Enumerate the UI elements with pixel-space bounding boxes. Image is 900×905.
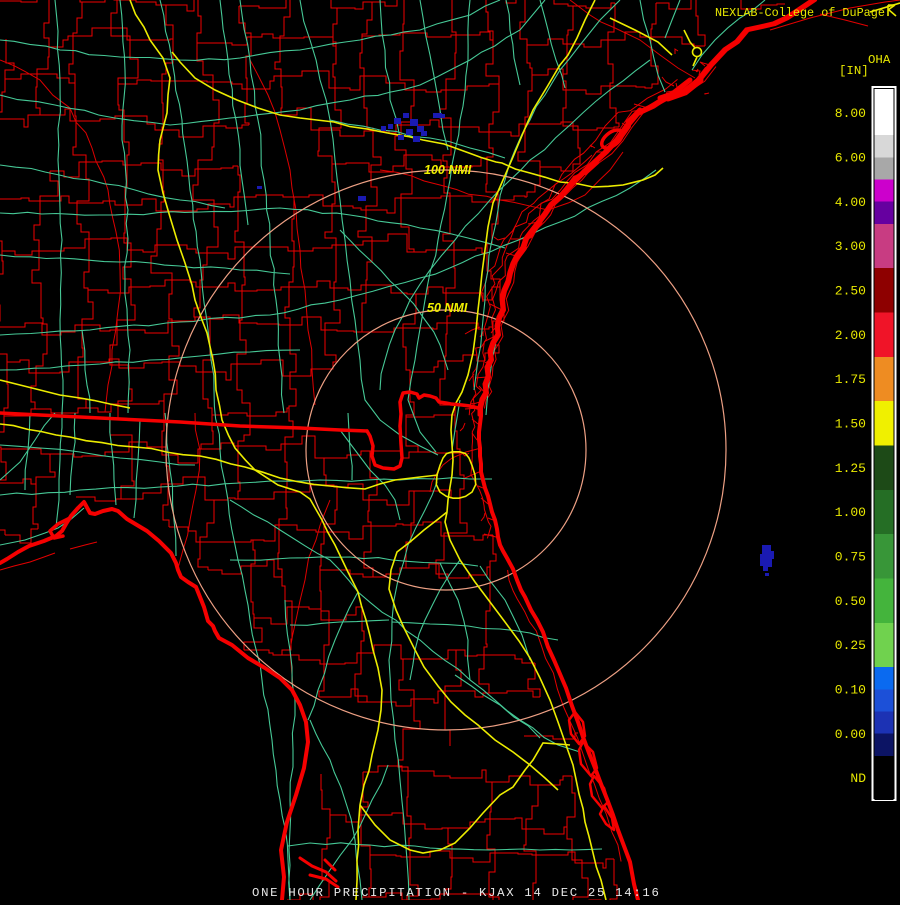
svg-text:0.00: 0.00 [835, 727, 866, 742]
svg-text:ONE HOUR PRECIPITATION - KJAX: ONE HOUR PRECIPITATION - KJAX 14 DEC 25 … [252, 886, 661, 900]
svg-text:NEXLAB-College of DuPage: NEXLAB-College of DuPage [715, 6, 885, 20]
svg-text:1.50: 1.50 [835, 417, 866, 432]
svg-text:0.25: 0.25 [835, 638, 866, 653]
svg-text:0.50: 0.50 [835, 594, 866, 609]
svg-text:1.25: 1.25 [835, 461, 866, 476]
svg-text:1.75: 1.75 [835, 372, 866, 387]
svg-text:8.00: 8.00 [835, 106, 866, 121]
svg-text:100 NMI: 100 NMI [424, 163, 472, 177]
svg-text:OHA: OHA [868, 53, 891, 67]
svg-text:4.00: 4.00 [835, 195, 866, 210]
svg-text:1.00: 1.00 [835, 505, 866, 520]
svg-text:50 NMI: 50 NMI [427, 301, 468, 315]
svg-text:0.75: 0.75 [835, 550, 866, 565]
svg-text:3.00: 3.00 [835, 239, 866, 254]
svg-text:6.00: 6.00 [835, 151, 866, 166]
svg-text:0.10: 0.10 [835, 683, 866, 698]
svg-text:[IN]: [IN] [839, 64, 869, 78]
svg-text:2.50: 2.50 [835, 284, 866, 299]
svg-text:ND: ND [850, 771, 866, 786]
svg-text:2.00: 2.00 [835, 328, 866, 343]
